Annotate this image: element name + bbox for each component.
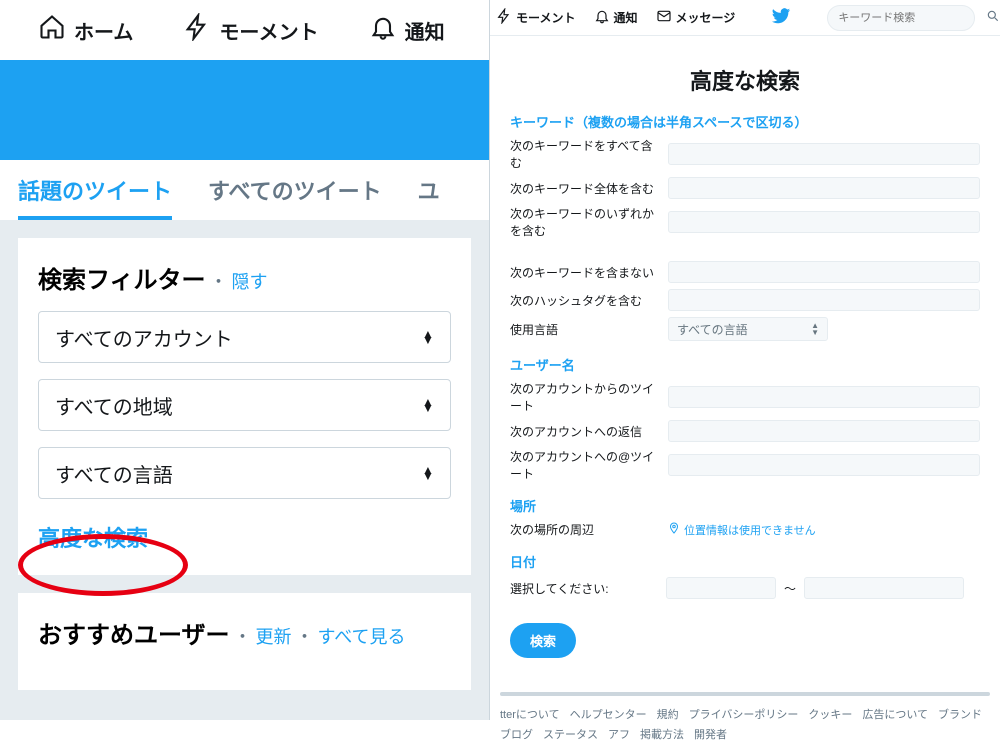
footer-link[interactable]: アフ — [608, 726, 630, 746]
kw-lang-value: すべての言語 — [677, 321, 748, 338]
bolt-icon — [183, 13, 211, 47]
tab-all-tweets[interactable]: すべてのツイート — [208, 160, 382, 220]
tab-users-cut[interactable]: ユ — [418, 160, 440, 220]
kw-exact-input[interactable] — [668, 177, 980, 199]
footer-link[interactable]: プライバシーポリシー — [689, 706, 799, 726]
filter-region-select[interactable]: すべての地域 ▲▼ — [38, 379, 451, 431]
chevron-updown-icon: ▲▼ — [811, 322, 819, 336]
kw-none-input[interactable] — [668, 261, 980, 283]
date-to-input[interactable] — [804, 577, 964, 599]
separator: ・ — [234, 623, 252, 649]
kw-hashtag-label: 次のハッシュタグを含む — [510, 292, 658, 309]
location-unavailable-note: 位置情報は使用できません — [668, 522, 816, 538]
footer-link[interactable]: ブランド — [938, 706, 982, 726]
nav-notifications[interactable]: 通知 — [369, 13, 445, 47]
footer-link[interactable]: 規約 — [657, 706, 679, 726]
search-button[interactable]: 検索 — [510, 623, 576, 658]
chevron-updown-icon: ▲▼ — [422, 467, 434, 479]
chevron-updown-icon: ▲▼ — [422, 399, 434, 411]
tab-top-tweets[interactable]: 話題のツイート — [18, 160, 172, 220]
search-icon — [986, 9, 1000, 26]
kw-any-input[interactable] — [668, 211, 980, 233]
advanced-search-link[interactable]: 高度な検索 — [38, 521, 148, 553]
topnav-messages-label: メッセージ — [676, 9, 736, 26]
topnav-notifications[interactable]: 通知 — [594, 8, 638, 27]
nav-home[interactable]: ホーム — [38, 13, 133, 47]
footer-links: tterについてヘルプセンター規約プライバシーポリシークッキー広告についてブラン… — [500, 706, 990, 746]
place-near-label: 次の場所の周辺 — [510, 521, 658, 538]
section-keywords: キーワード（複数の場合は半角スペースで区切る） — [510, 112, 980, 131]
nav-home-label: ホーム — [74, 16, 133, 45]
bell-icon — [594, 8, 610, 27]
filter-title: 検索フィルター — [38, 260, 206, 295]
recommend-card: おすすめユーザー ・ 更新 ・ すべて見る — [18, 593, 471, 690]
bolt-icon — [496, 8, 512, 27]
footer-link[interactable]: クッキー — [808, 706, 852, 726]
u-to-label: 次のアカウントへの返信 — [510, 423, 658, 440]
bell-icon — [369, 13, 397, 47]
section-date: 日付 — [510, 552, 980, 571]
date-range-separator: ～ — [784, 580, 796, 597]
footer-link[interactable]: 広告について — [862, 706, 928, 726]
footer-link[interactable]: ヘルプセンター — [570, 706, 647, 726]
kw-none-label: 次のキーワードを含まない — [510, 264, 658, 281]
kw-exact-label: 次のキーワード全体を含む — [510, 180, 658, 197]
kw-all-label: 次のキーワードをすべて含む — [510, 137, 658, 171]
footer-link[interactable]: 掲載方法 — [640, 726, 684, 746]
top-nav: モーメント 通知 メッセージ A — [490, 0, 1000, 36]
kw-hashtag-input[interactable] — [668, 289, 980, 311]
twitter-bird-icon — [771, 6, 791, 29]
chevron-updown-icon: ▲▼ — [422, 331, 434, 343]
footer-link[interactable]: tterについて — [500, 706, 560, 726]
filter-lang-value: すべての言語 — [55, 459, 173, 488]
topnav-moments[interactable]: モーメント — [496, 8, 576, 27]
u-mention-input[interactable] — [668, 454, 980, 476]
u-to-input[interactable] — [668, 420, 980, 442]
filter-lang-select[interactable]: すべての言語 ▲▼ — [38, 447, 451, 499]
u-mention-label: 次のアカウントへの@ツイート — [510, 448, 658, 482]
footer-link[interactable]: ステータス — [543, 726, 598, 746]
footer-link[interactable]: 開発者 — [694, 726, 727, 746]
home-icon — [38, 13, 66, 47]
filter-account-select[interactable]: すべてのアカウント ▲▼ — [38, 311, 451, 363]
page-title: 高度な検索 — [490, 64, 1000, 96]
hide-link[interactable]: 隠す — [232, 268, 268, 294]
pin-icon — [668, 522, 680, 537]
footer-link[interactable]: ブログ — [500, 726, 533, 746]
kw-lang-label: 使用言語 — [510, 321, 658, 338]
search-tabs: 話題のツイート すべてのツイート ユ — [0, 160, 489, 220]
banner — [0, 60, 489, 160]
topnav-notifications-label: 通知 — [614, 9, 638, 26]
nav-moments-label: モーメント — [219, 16, 318, 45]
kw-all-input[interactable] — [668, 143, 980, 165]
search-box[interactable] — [827, 5, 975, 31]
location-note-text: 位置情報は使用できません — [684, 522, 816, 538]
separator: ・ — [296, 623, 314, 649]
date-from-input[interactable] — [666, 577, 776, 599]
primary-nav: ホーム モーメント 通知 — [0, 0, 489, 60]
kw-lang-select[interactable]: すべての言語 ▲▼ — [668, 317, 828, 341]
separator: ・ — [210, 268, 228, 294]
footer-divider — [500, 692, 990, 696]
filter-region-value: すべての地域 — [55, 391, 173, 420]
envelope-icon — [656, 8, 672, 27]
recommend-title: おすすめユーザー — [38, 615, 230, 650]
date-select-label: 選択してください: — [510, 580, 658, 597]
section-place: 場所 — [510, 496, 980, 515]
filter-card: 検索フィルター ・ 隠す すべてのアカウント ▲▼ すべての地域 ▲▼ すべての… — [18, 238, 471, 575]
kw-any-label: 次のキーワードのいずれかを含む — [510, 205, 658, 239]
advanced-search-form: キーワード（複数の場合は半角スペースで区切る） 次のキーワードをすべて含む 次の… — [490, 112, 1000, 658]
topnav-moments-label: モーメント — [516, 9, 576, 26]
u-from-input[interactable] — [668, 386, 980, 408]
nav-notifications-label: 通知 — [405, 16, 445, 45]
search-input[interactable] — [838, 12, 980, 24]
section-users: ユーザー名 — [510, 355, 980, 374]
view-all-link[interactable]: すべて見る — [318, 623, 406, 649]
nav-moments[interactable]: モーメント — [183, 13, 318, 47]
refresh-link[interactable]: 更新 — [256, 623, 292, 649]
u-from-label: 次のアカウントからのツイート — [510, 380, 658, 414]
filter-account-value: すべてのアカウント — [55, 323, 233, 352]
topnav-messages[interactable]: メッセージ — [656, 8, 736, 27]
